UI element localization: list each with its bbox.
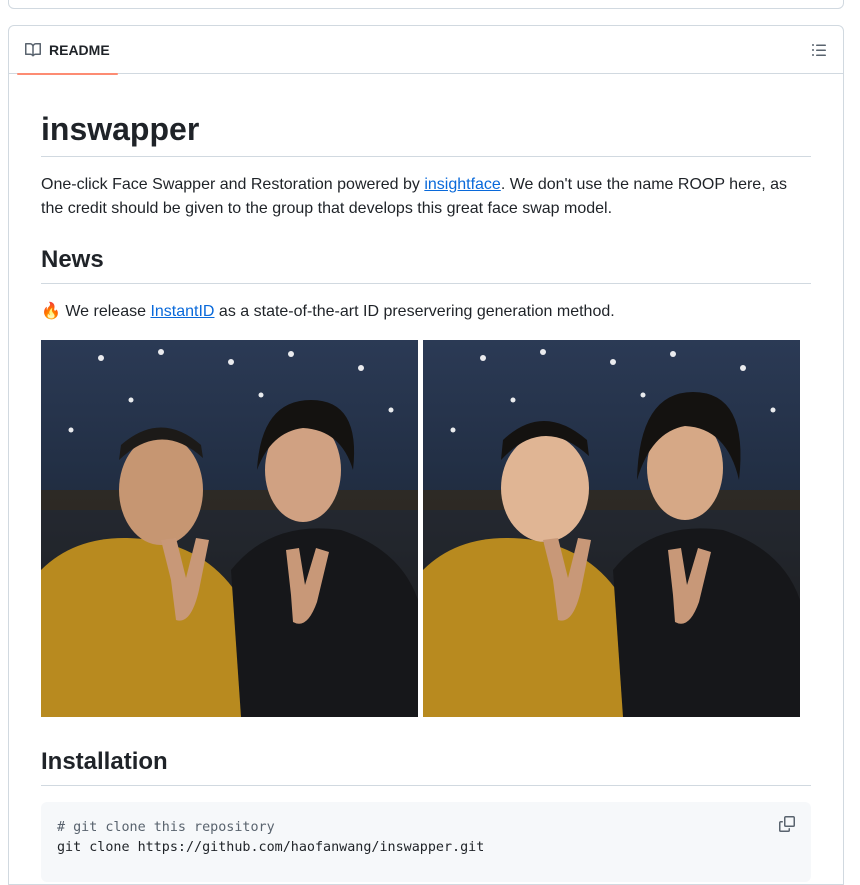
code-block: # git clone this repository git clone ht… bbox=[41, 802, 811, 882]
code-comment: # git clone this repository bbox=[57, 820, 275, 835]
page-title: inswapper bbox=[41, 110, 811, 157]
installation-heading: Installation bbox=[41, 747, 811, 786]
news-heading: News bbox=[41, 245, 811, 284]
readme-panel: README inswapper One-click Face Swapper … bbox=[8, 25, 844, 885]
copy-icon[interactable] bbox=[779, 816, 795, 832]
original-photo[interactable] bbox=[41, 340, 418, 717]
code-command: git clone https://github.com/haofanwang/… bbox=[57, 840, 485, 855]
list-unordered-icon[interactable] bbox=[811, 42, 827, 58]
instantid-link[interactable]: InstantID bbox=[150, 303, 214, 320]
readme-header: README bbox=[9, 26, 843, 75]
swapped-photo[interactable] bbox=[423, 340, 800, 717]
readme-content: inswapper One-click Face Swapper and Res… bbox=[41, 74, 811, 882]
fire-icon: 🔥 bbox=[41, 303, 61, 320]
insightface-link[interactable]: insightface bbox=[424, 176, 501, 193]
book-icon bbox=[25, 42, 41, 58]
intro-paragraph: One-click Face Swapper and Restoration p… bbox=[41, 173, 811, 221]
readme-tab[interactable]: README bbox=[17, 26, 118, 75]
news-text-before: We release bbox=[60, 303, 151, 320]
news-paragraph: 🔥 We release InstantID as a state-of-the… bbox=[41, 300, 811, 324]
comparison-images bbox=[41, 340, 811, 717]
previous-card bbox=[8, 0, 844, 9]
readme-tab-label: README bbox=[49, 42, 110, 58]
news-text-after: as a state-of-the-art ID preservering ge… bbox=[214, 303, 615, 320]
intro-text-before: One-click Face Swapper and Restoration p… bbox=[41, 176, 425, 193]
